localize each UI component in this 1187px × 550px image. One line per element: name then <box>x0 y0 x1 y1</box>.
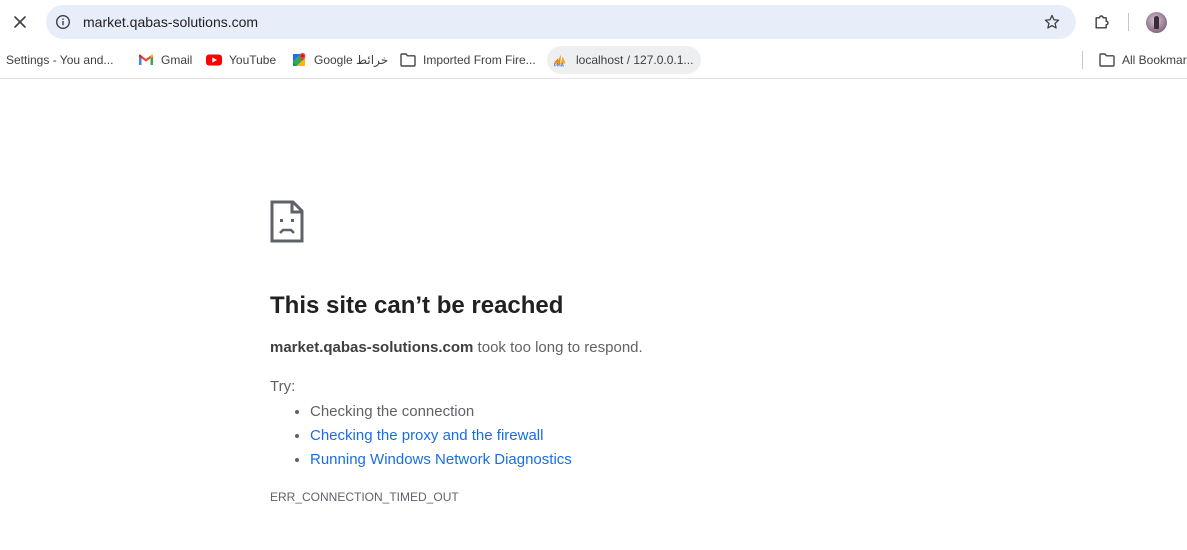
star-icon <box>1044 14 1060 29</box>
bookmark-google-maps[interactable]: Google خرائط <box>291 47 388 73</box>
toolbar-divider <box>1128 13 1129 31</box>
folder-icon <box>1099 52 1115 68</box>
puzzle-icon <box>1095 15 1109 29</box>
phpmyadmin-icon: PMA <box>553 52 569 68</box>
bookmark-localhost[interactable]: PMA localhost / 127.0.0.1... <box>547 46 702 74</box>
all-bookmarks-button[interactable]: All Bookmar <box>1099 47 1187 73</box>
suggestion-network-diagnostics-link[interactable]: Running Windows Network Diagnostics <box>310 448 572 472</box>
address-bar[interactable]: market.qabas-solutions.com <box>46 5 1076 39</box>
svg-text:PMA: PMA <box>554 63 565 68</box>
info-icon <box>55 14 71 30</box>
extensions-button[interactable] <box>1088 8 1116 36</box>
bookmark-label: localhost / 127.0.0.1... <box>576 53 694 67</box>
gmail-icon <box>138 52 154 68</box>
bookmarks-divider <box>1082 51 1083 69</box>
error-title: This site can’t be reached <box>270 292 564 319</box>
browser-toolbar: market.qabas-solutions.com <box>0 0 1187 44</box>
site-info-button[interactable] <box>54 13 72 31</box>
error-message: market.qabas-solutions.com took too long… <box>270 339 643 357</box>
stop-loading-button[interactable] <box>6 8 34 36</box>
bookmark-label: Google خرائط <box>314 53 389 67</box>
bookmark-folder-imported[interactable]: Imported From Fire... <box>400 47 536 73</box>
folder-icon <box>400 52 416 68</box>
bookmark-label: YouTube <box>229 53 277 67</box>
bookmark-star-button[interactable] <box>1038 8 1066 36</box>
profile-avatar[interactable] <box>1146 12 1167 33</box>
youtube-icon <box>206 52 222 68</box>
sad-page-icon <box>270 200 304 243</box>
error-code: ERR_CONNECTION_TIMED_OUT <box>270 490 459 504</box>
avatar-figure <box>1154 16 1159 29</box>
bookmark-label: Settings - You and... <box>6 53 114 67</box>
bookmark-gmail[interactable]: Gmail <box>138 47 192 73</box>
bookmark-youtube[interactable]: YouTube <box>206 47 276 73</box>
bookmark-settings[interactable]: Settings - You and... <box>6 47 113 73</box>
url-text[interactable]: market.qabas-solutions.com <box>83 13 258 31</box>
bookmark-label: Imported From Fire... <box>423 53 536 67</box>
suggestion-connection: Checking the connection <box>310 400 572 424</box>
try-label: Try: <box>270 378 296 395</box>
suggestions-list: Checking the connection Checking the pro… <box>270 400 572 472</box>
error-host: market.qabas-solutions.com <box>270 339 474 356</box>
all-bookmarks-label: All Bookmar <box>1122 53 1187 67</box>
bookmark-label: Gmail <box>161 53 193 67</box>
close-icon <box>14 16 26 28</box>
error-message-suffix: took too long to respond. <box>473 339 643 356</box>
google-maps-icon <box>291 52 307 68</box>
suggestion-proxy-firewall-link[interactable]: Checking the proxy and the firewall <box>310 424 572 448</box>
bookmarks-bar: Settings - You and... Gmail YouTube Goog… <box>0 44 1187 79</box>
